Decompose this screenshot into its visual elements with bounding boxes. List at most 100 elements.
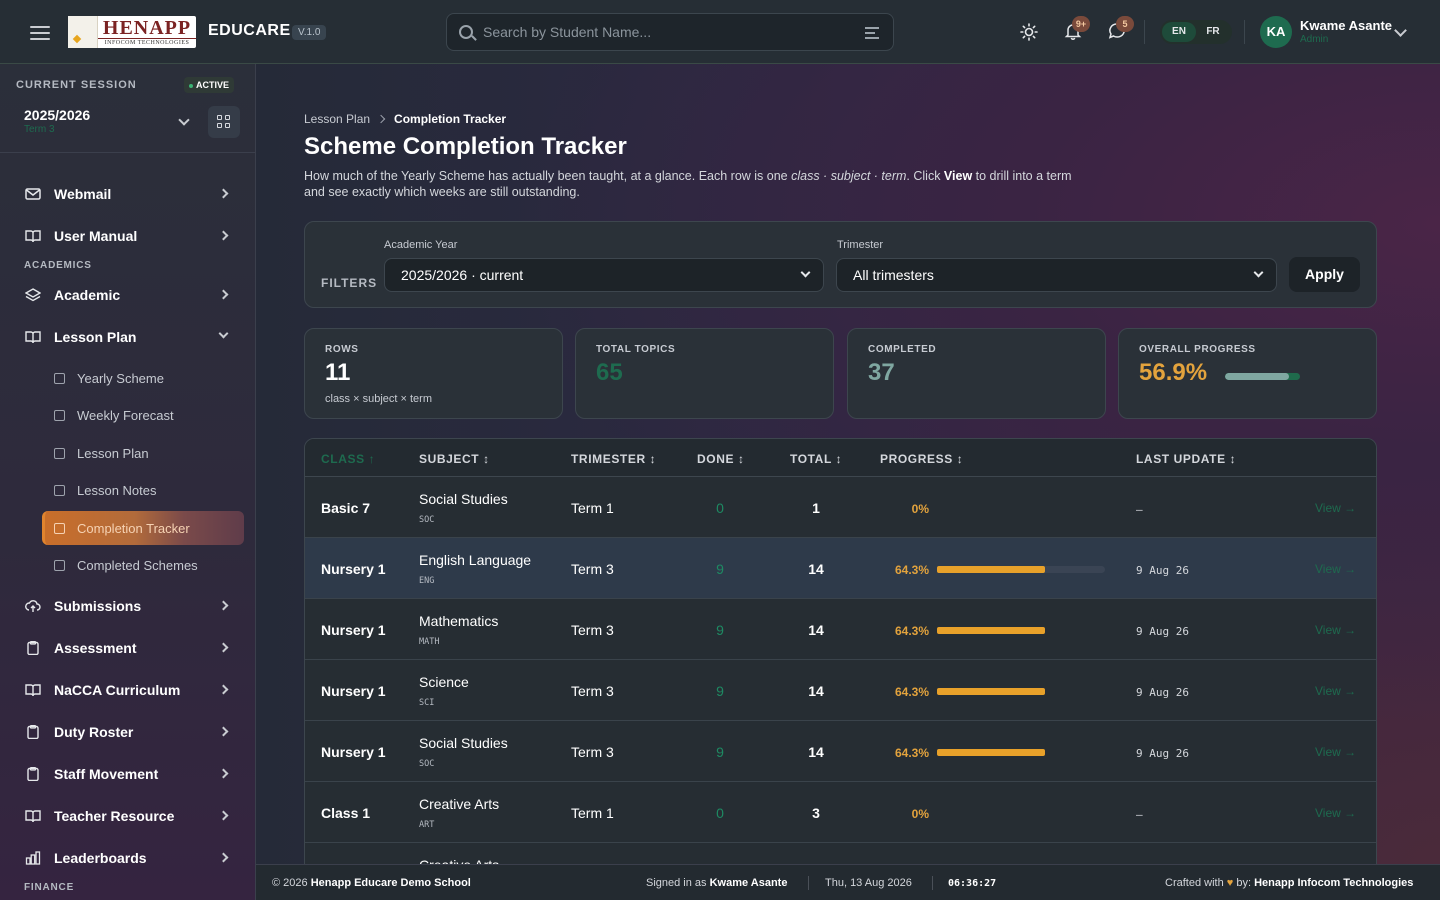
stat-card-overall-progress: OVERALL PROGRESS 56.9% xyxy=(1118,328,1377,419)
lang-fr[interactable]: FR xyxy=(1196,22,1230,42)
sidebar-subitem-lesson-plan[interactable]: Lesson Plan xyxy=(42,436,244,470)
completion-table: CLASS ↑ SUBJECT ↕ TRIMESTER ↕ DONE ↕ TOT… xyxy=(304,438,1377,864)
sidebar-item-webmail[interactable]: Webmail xyxy=(0,175,255,213)
academic-year-select[interactable]: 2025/2026 · current xyxy=(384,258,824,292)
sidebar-subitem-lesson-notes[interactable]: Lesson Notes xyxy=(42,473,244,507)
sidebar-item-duty-roster[interactable]: Duty Roster xyxy=(0,713,255,751)
bar-chart-icon xyxy=(54,523,65,534)
sidebar-subitem-completed-schemes[interactable]: Completed Schemes xyxy=(42,548,244,582)
sidebar-subitem-yearly-scheme[interactable]: Yearly Scheme xyxy=(42,361,244,395)
cell-last-update: 9 Aug 26 xyxy=(1136,686,1189,699)
clipboard-icon xyxy=(27,725,39,739)
sun-icon[interactable] xyxy=(1020,23,1038,41)
column-header-subject[interactable]: SUBJECT ↕ xyxy=(419,452,490,466)
column-header-trimester[interactable]: TRIMESTER ↕ xyxy=(571,452,656,466)
table-row[interactable]: Class 1 Creative Arts ART Term 1 0 3 0% – View → xyxy=(305,782,1376,843)
view-link[interactable]: View → xyxy=(1315,623,1356,637)
book-icon xyxy=(25,810,41,823)
table-row[interactable]: Nursery 1 English Language ENG Term 3 9 14 64.… xyxy=(305,538,1376,599)
apps-grid-icon[interactable] xyxy=(208,106,240,138)
chevron-down-icon[interactable] xyxy=(178,114,190,126)
view-link[interactable]: View → xyxy=(1315,684,1356,698)
sidebar-section-academics: ACADEMICS xyxy=(24,260,92,271)
cell-last-update: 9 Aug 26 xyxy=(1136,564,1189,577)
book-icon xyxy=(25,230,41,243)
table-row[interactable]: Nursery 1 Science SCI Term 3 9 14 64.3% 9 Aug 2… xyxy=(305,660,1376,721)
sidebar-subitem-weekly-forecast[interactable]: Weekly Forecast xyxy=(42,398,244,432)
stat-card-completed: COMPLETED 37 xyxy=(847,328,1106,419)
table-row[interactable]: Basic 7 Social Studies SOC Term 1 0 1 0% – View … xyxy=(305,477,1376,538)
column-header-last-update[interactable]: LAST UPDATE ↕ xyxy=(1136,452,1236,466)
user-avatar[interactable]: KA xyxy=(1260,16,1292,48)
sidebar-item-label: Teacher Resource xyxy=(54,808,175,824)
chevron-right-icon xyxy=(218,600,229,611)
sidebar-item-label: Duty Roster xyxy=(54,724,134,740)
sidebar-item-user-manual[interactable]: User Manual xyxy=(0,217,255,255)
search-input[interactable] xyxy=(483,14,853,50)
cell-total: 3 xyxy=(812,805,820,821)
footer-date: Thu, 13 Aug 2026 xyxy=(825,877,912,889)
filter-lines-icon[interactable] xyxy=(865,27,879,39)
trimester-select[interactable]: All trimesters xyxy=(836,258,1277,292)
view-link[interactable]: View → xyxy=(1315,806,1356,820)
user-name[interactable]: Kwame Asante xyxy=(1300,18,1392,33)
view-link[interactable]: View → xyxy=(1315,562,1356,576)
sidebar-item-submissions[interactable]: Submissions xyxy=(0,587,255,625)
progress-bar xyxy=(937,688,1105,695)
messages-chat-icon[interactable]: 5 xyxy=(1108,16,1134,40)
sidebar-item-academic[interactable]: Academic xyxy=(0,276,255,314)
chevron-down-icon xyxy=(800,267,811,278)
sidebar-item-lesson-plan[interactable]: Lesson Plan xyxy=(0,318,255,356)
company-logo[interactable]: HENAPP INFOCOM TECHNOLOGIES xyxy=(68,16,196,48)
sidebar-subitem-label: Lesson Plan xyxy=(77,446,149,461)
sidebar-item-nacca-curriculum[interactable]: NaCCA Curriculum xyxy=(0,671,255,709)
sidebar-item-assessment[interactable]: Assessment xyxy=(0,629,255,667)
column-header-class[interactable]: CLASS ↑ xyxy=(321,452,375,466)
sidebar-item-leaderboards[interactable]: Leaderboards xyxy=(0,839,255,877)
user-role: Admin xyxy=(1300,34,1329,45)
lang-en[interactable]: EN xyxy=(1162,22,1196,42)
stat-value: 11 xyxy=(325,359,351,386)
view-link[interactable]: View → xyxy=(1315,501,1356,515)
footer-divider xyxy=(808,876,809,890)
sidebar-item-teacher-resource[interactable]: Teacher Resource xyxy=(0,797,255,835)
cell-trimester: Term 1 xyxy=(571,500,614,516)
notifications-bell-icon[interactable]: 9+ xyxy=(1064,16,1090,40)
cell-subject: Social Studies xyxy=(419,735,508,751)
table-row[interactable]: Creative Arts xyxy=(305,843,1376,864)
cell-progress-percent: 0% xyxy=(911,502,929,516)
table-row[interactable]: Nursery 1 Mathematics MATH Term 3 9 14 64.3% 9 … xyxy=(305,599,1376,660)
chevron-down-icon xyxy=(1253,267,1264,278)
sidebar-subitem-label: Yearly Scheme xyxy=(77,371,164,386)
cell-done: 0 xyxy=(716,805,724,821)
filters-panel: FILTERS Academic Year 2025/2026 · curren… xyxy=(304,221,1377,308)
cell-trimester: Term 3 xyxy=(571,744,614,760)
column-header-progress[interactable]: PROGRESS ↕ xyxy=(880,452,963,466)
view-link[interactable]: View → xyxy=(1315,745,1356,759)
apply-button[interactable]: Apply xyxy=(1289,257,1360,292)
chevron-right-icon xyxy=(218,642,229,653)
document-icon xyxy=(54,448,65,459)
stat-value: 65 xyxy=(596,359,623,386)
clipboard-icon xyxy=(27,641,39,655)
sidebar-item-label: Academic xyxy=(54,287,121,303)
page-title: Scheme Completion Tracker xyxy=(304,133,627,160)
cell-class: Nursery 1 xyxy=(321,744,386,760)
chevron-down-icon[interactable] xyxy=(1394,24,1407,37)
chevron-right-icon xyxy=(218,230,229,241)
cell-done: 9 xyxy=(716,744,724,760)
stat-card-rows: ROWS 11 class × subject × term xyxy=(304,328,563,419)
sidebar-item-staff-movement[interactable]: Staff Movement xyxy=(0,755,255,793)
table-row[interactable]: Nursery 1 Social Studies SOC Term 3 9 14 64.3%… xyxy=(305,721,1376,782)
column-header-done[interactable]: DONE ↕ xyxy=(697,452,745,466)
session-year[interactable]: 2025/2026 xyxy=(24,107,90,123)
column-header-total[interactable]: TOTAL ↕ xyxy=(790,452,842,466)
sidebar-subitem-completion-tracker[interactable]: Completion Tracker xyxy=(42,511,244,545)
session-status-badge: ACTIVE xyxy=(184,77,235,93)
menu-icon[interactable] xyxy=(28,22,52,42)
sidebar-item-label: Staff Movement xyxy=(54,766,159,782)
chevron-right-icon xyxy=(218,810,229,821)
breadcrumb-item[interactable]: Lesson Plan xyxy=(304,112,370,126)
logo-subtext: INFOCOM TECHNOLOGIES xyxy=(98,37,196,47)
logo-mark xyxy=(68,16,98,48)
